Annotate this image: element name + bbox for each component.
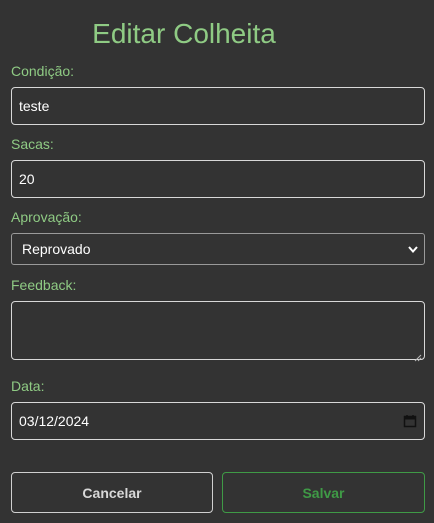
resize-grip-icon[interactable] [414,349,422,362]
aprovacao-selected-value: Reprovado [22,241,91,257]
date-input[interactable]: 03/12/2024 [11,402,425,440]
chevron-down-icon [406,242,420,256]
calendar-icon[interactable] [403,414,417,428]
data-label: Data: [11,378,45,394]
aprovacao-label: Aprovação: [11,209,82,225]
feedback-label: Feedback: [11,277,77,293]
sacas-value: 20 [19,171,35,187]
edit-harvest-form: Editar Colheita Condição: teste Sacas: 2… [0,0,434,523]
condicao-value: teste [19,98,50,114]
aprovacao-select[interactable]: Reprovado [11,233,425,265]
condicao-label: Condição: [11,63,75,79]
sacas-input[interactable]: 20 [11,160,425,198]
cancel-button[interactable]: Cancelar [11,472,213,513]
page-title: Editar Colheita [92,18,276,49]
feedback-textarea[interactable] [11,301,425,362]
sacas-label: Sacas: [11,136,54,152]
save-button[interactable]: Salvar [222,472,425,513]
condicao-input[interactable]: teste [11,87,425,125]
date-value: 03/12/2024 [19,413,90,429]
